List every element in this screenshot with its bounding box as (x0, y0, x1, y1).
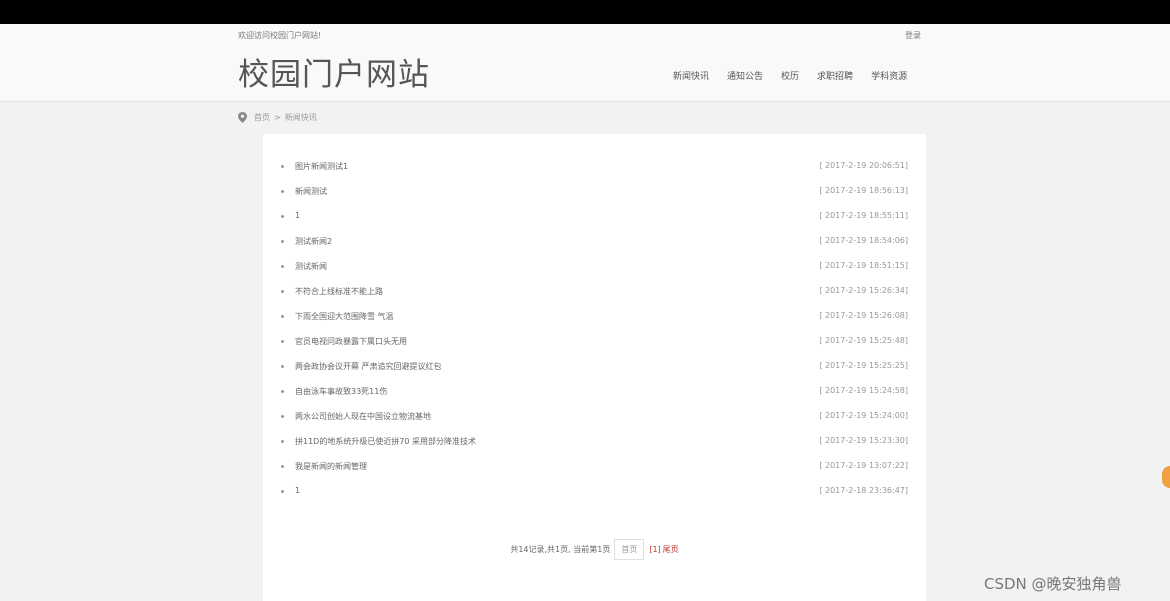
list-item: 自由泳车事故致33死11伤 [ 2017-2-19 15:24:58] (281, 384, 908, 409)
list-item: 1 [ 2017-2-18 23:36:47] (281, 484, 908, 509)
list-item: 不符合上线标准不能上路 [ 2017-2-19 15:26:34] (281, 284, 908, 309)
news-title[interactable]: 两水公司创始人现在中国设立物流基地 (295, 411, 431, 422)
news-title[interactable]: 我是新闻的新闻管理 (295, 461, 367, 472)
news-date: [ 2017-2-19 18:51:15] (819, 261, 908, 270)
breadcrumb: 首页 > 新闻快讯 (238, 112, 317, 123)
nav-jobs[interactable]: 求职招聘 (817, 69, 853, 82)
news-date: [ 2017-2-19 15:25:48] (819, 336, 908, 345)
site-header: 校园门户网站 新闻快讯 通知公告 校历 求职招聘 学科资源 (0, 46, 1170, 102)
nav-resources[interactable]: 学科资源 (871, 69, 907, 82)
list-item: 图片新闻测试1 [ 2017-2-19 20:06:51] (281, 159, 908, 184)
login-link[interactable]: 登录 (905, 30, 921, 41)
news-date: [ 2017-2-19 15:24:00] (819, 411, 908, 420)
bullet-icon (281, 165, 284, 168)
bullet-icon (281, 365, 284, 368)
news-title[interactable]: 测试新闻2 (295, 236, 332, 247)
news-date: [ 2017-2-19 18:56:13] (819, 186, 908, 195)
news-title[interactable]: 官员电视问政暴露下属口头无用 (295, 336, 407, 347)
news-title[interactable]: 测试新闻 (295, 261, 327, 272)
news-title[interactable]: 拼11D的地系统升级已使近拼70 采用部分降准技术 (295, 436, 476, 447)
news-date: [ 2017-2-19 15:24:58] (819, 386, 908, 395)
news-date: [ 2017-2-19 18:55:11] (819, 211, 908, 220)
bullet-icon (281, 390, 284, 393)
floating-side-tab[interactable] (1162, 466, 1170, 488)
list-item: 两会政协会议开幕 严肃追究回避提议红包 [ 2017-2-19 15:25:25] (281, 359, 908, 384)
news-date: [ 2017-2-18 23:36:47] (819, 486, 908, 495)
welcome-bar: 欢迎访问校园门户网站! 登录 (0, 24, 1170, 46)
news-date: [ 2017-2-19 15:23:30] (819, 436, 908, 445)
list-item: 我是新闻的新闻管理 [ 2017-2-19 13:07:22] (281, 459, 908, 484)
pagination-summary: 共14记录,共1页, 当前第1页 (510, 545, 611, 554)
list-item: 两水公司创始人现在中国设立物流基地 [ 2017-2-19 15:24:00] (281, 409, 908, 434)
bullet-icon (281, 265, 284, 268)
list-item: 下雨全国迎大范围降雪 气温 [ 2017-2-19 15:26:08] (281, 309, 908, 334)
breadcrumb-home[interactable]: 首页 (254, 112, 270, 123)
location-pin-icon (238, 112, 247, 123)
news-list: 图片新闻测试1 [ 2017-2-19 20:06:51] 新闻测试 [ 2017-… (281, 159, 908, 509)
bullet-icon (281, 240, 284, 243)
list-item: 测试新闻 [ 2017-2-19 18:51:15] (281, 259, 908, 284)
news-date: [ 2017-2-19 15:26:34] (819, 286, 908, 295)
bullet-icon (281, 490, 284, 493)
bullet-icon (281, 290, 284, 293)
list-item: 新闻测试 [ 2017-2-19 18:56:13] (281, 184, 908, 209)
site-title: 校园门户网站 (238, 57, 430, 93)
news-date: [ 2017-2-19 13:07:22] (819, 461, 908, 470)
bullet-icon (281, 340, 284, 343)
window-top-bar (0, 0, 1170, 24)
list-item: 官员电视问政暴露下属口头无用 [ 2017-2-19 15:25:48] (281, 334, 908, 359)
news-title[interactable]: 自由泳车事故致33死11伤 (295, 386, 387, 397)
nav-news[interactable]: 新闻快讯 (673, 69, 709, 82)
news-title[interactable]: 1 (295, 486, 300, 495)
news-title[interactable]: 不符合上线标准不能上路 (295, 286, 383, 297)
news-title[interactable]: 新闻测试 (295, 186, 327, 197)
list-item: 拼11D的地系统升级已使近拼70 采用部分降准技术 [ 2017-2-19 15:… (281, 434, 908, 459)
bullet-icon (281, 465, 284, 468)
last-page-link[interactable]: 尾页 (663, 544, 679, 555)
bullet-icon (281, 215, 284, 218)
main-nav: 新闻快讯 通知公告 校历 求职招聘 学科资源 (673, 69, 907, 82)
welcome-text: 欢迎访问校园门户网站! (238, 31, 322, 40)
nav-calendar[interactable]: 校历 (781, 69, 799, 82)
bullet-icon (281, 190, 284, 193)
news-date: [ 2017-2-19 15:25:25] (819, 361, 908, 370)
news-title[interactable]: 下雨全国迎大范围降雪 气温 (295, 311, 394, 322)
bullet-icon (281, 415, 284, 418)
news-panel: 图片新闻测试1 [ 2017-2-19 20:06:51] 新闻测试 [ 2017-… (263, 134, 926, 601)
breadcrumb-current: 新闻快讯 (284, 113, 317, 122)
news-title[interactable]: 图片新闻测试1 (295, 161, 348, 172)
nav-notices[interactable]: 通知公告 (727, 69, 763, 82)
news-date: [ 2017-2-19 15:26:08] (819, 311, 908, 320)
list-item: 1 [ 2017-2-19 18:55:11] (281, 209, 908, 234)
list-item: 测试新闻2 [ 2017-2-19 18:54:06] (281, 234, 908, 259)
bullet-icon (281, 440, 284, 443)
watermark: CSDN @晚安独角兽 (984, 575, 1122, 593)
first-page-button[interactable]: 首页 (614, 539, 645, 560)
current-page-indicator: [1] (649, 545, 661, 554)
bullet-icon (281, 315, 284, 318)
breadcrumb-separator: > (274, 113, 281, 122)
news-title[interactable]: 1 (295, 211, 300, 220)
news-date: [ 2017-2-19 20:06:51] (819, 161, 908, 170)
pagination: 共14记录,共1页, 当前第1页 首页 [1] 尾页 (263, 539, 926, 560)
news-date: [ 2017-2-19 18:54:06] (819, 236, 908, 245)
news-title[interactable]: 两会政协会议开幕 严肃追究回避提议红包 (295, 361, 442, 372)
